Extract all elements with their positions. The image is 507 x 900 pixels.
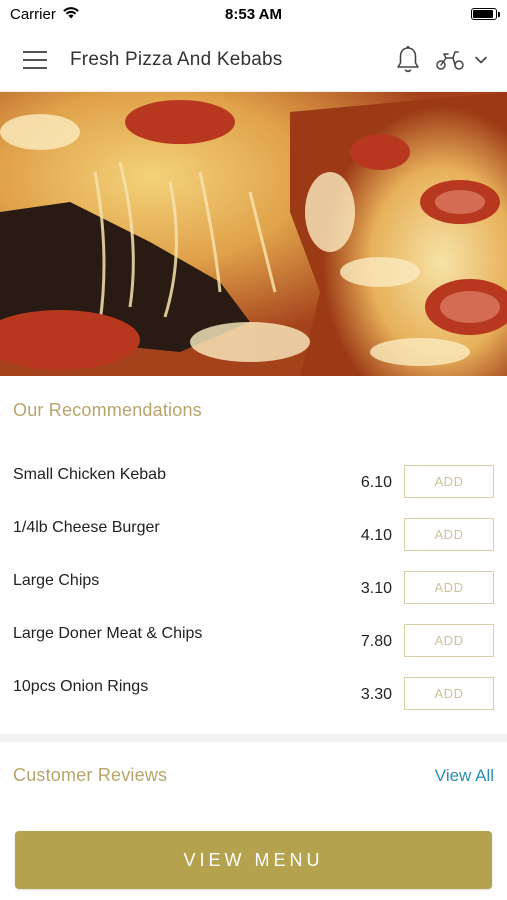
status-left: Carrier [0, 6, 80, 23]
recommendations-title: Our Recommendations [13, 400, 202, 420]
battery-icon [471, 8, 500, 20]
view-menu-button[interactable]: VIEW MENU [15, 831, 492, 889]
view-all-reviews-link[interactable]: View All [435, 766, 494, 786]
app-header: Fresh Pizza And Kebabs [0, 28, 507, 92]
hero-pizza-image [0, 92, 507, 376]
add-to-cart-button[interactable]: ADD [404, 677, 494, 710]
menu-item-price: 7.80 [360, 633, 392, 650]
add-to-cart-button[interactable]: ADD [404, 571, 494, 604]
menu-item-row: Small Chicken Kebab 6.10 ADD [0, 455, 507, 508]
menu-item-row: 1/4lb Cheese Burger 4.10 ADD [0, 508, 507, 561]
menu-icon [23, 50, 47, 69]
scooter-icon [436, 50, 464, 70]
menu-item-name: Large Doner Meat & Chips [13, 625, 203, 642]
menu-item-name: Small Chicken Kebab [13, 466, 166, 483]
restaurant-title: Fresh Pizza And Kebabs [70, 48, 283, 70]
menu-item-price: 4.10 [360, 527, 392, 544]
status-bar: Carrier 8:53 AM [0, 0, 507, 28]
add-to-cart-button[interactable]: ADD [404, 624, 494, 657]
reviews-title: Customer Reviews [13, 765, 168, 785]
notifications-button[interactable] [395, 45, 421, 75]
recommendations-list: Small Chicken Kebab 6.10 ADD 1/4lb Cheese B… [0, 455, 507, 720]
menu-item-price: 3.10 [360, 580, 392, 597]
menu-item-name: 1/4lb Cheese Burger [13, 519, 160, 536]
menu-item-name: 10pcs Onion Rings [13, 678, 149, 695]
menu-item-row: Large Chips 3.10 ADD [0, 561, 507, 614]
bell-icon [397, 45, 419, 72]
chevron-down-icon [475, 56, 487, 63]
add-to-cart-button[interactable]: ADD [404, 465, 494, 498]
menu-item-price: 6.10 [360, 474, 392, 491]
section-divider [0, 734, 507, 742]
menu-item-row: Large Doner Meat & Chips 7.80 ADD [0, 614, 507, 667]
menu-item-name: Large Chips [13, 572, 100, 589]
delivery-mode-button[interactable] [435, 49, 487, 71]
add-to-cart-button[interactable]: ADD [404, 518, 494, 551]
menu-item-row: 10pcs Onion Rings 3.30 ADD [0, 667, 507, 720]
header-actions [395, 45, 507, 75]
carrier-label: Carrier [10, 5, 56, 23]
battery-fill [473, 10, 493, 18]
menu-item-price: 3.30 [360, 686, 392, 703]
wifi-icon [62, 6, 80, 23]
menu-button[interactable] [0, 28, 70, 92]
